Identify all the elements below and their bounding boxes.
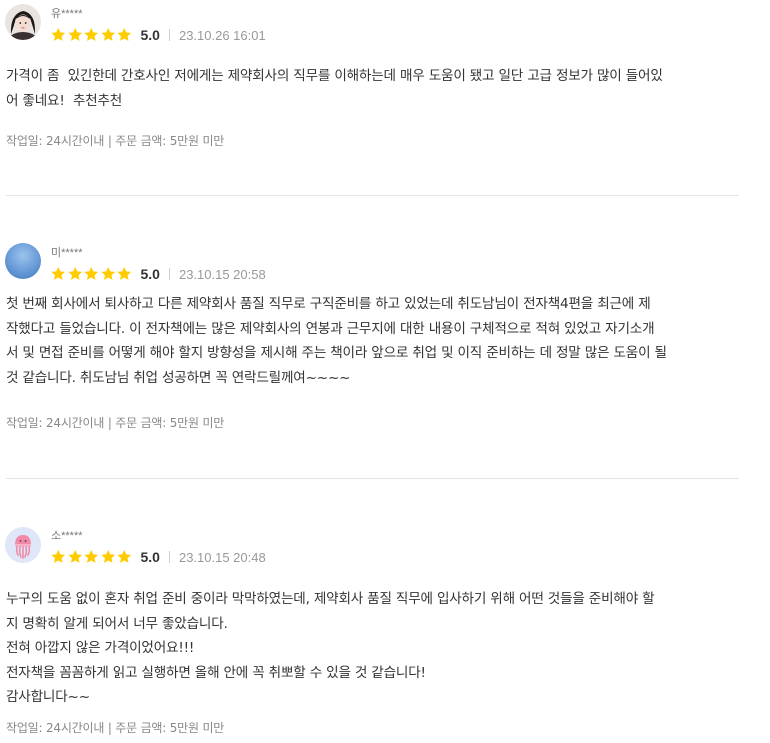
review-body: 가격이 좀 있긴한데 간호사인 저에게는 제약회사의 직무를 이해하는데 매우 … xyxy=(6,68,663,109)
review-meta: 작업일: 24시간이내 | 주문 금액: 5만원 미만 xyxy=(6,134,225,148)
star-icon xyxy=(117,550,132,563)
review-meta: 작업일: 24시간이내 | 주문 금액: 5만원 미만 xyxy=(6,416,225,430)
rating-line: 5.0 23.10.15 20:58 xyxy=(50,264,266,284)
review-date: 23.10.15 20:48 xyxy=(178,549,266,565)
star-icon xyxy=(84,28,99,41)
user-name: 유***** xyxy=(51,8,83,20)
star-icon xyxy=(100,267,115,280)
star-rating xyxy=(50,27,133,43)
star-icon xyxy=(100,550,115,563)
rating-score: 5.0 xyxy=(140,549,160,565)
star-icon xyxy=(51,267,66,280)
blue-gradient-avatar-icon xyxy=(5,243,41,279)
review-date: 23.10.15 20:58 xyxy=(178,266,266,282)
review-body: 첫 번째 회사에서 퇴사하고 다른 제약회사 품질 직무로 구직준비를 하고 있… xyxy=(6,296,667,386)
star-icon xyxy=(117,28,132,41)
star-icon xyxy=(67,550,82,563)
star-icon xyxy=(67,267,82,280)
user-name: 소***** xyxy=(51,530,83,542)
star-icon xyxy=(51,28,66,41)
rating-score: 5.0 xyxy=(140,27,160,43)
user-name: 미***** xyxy=(51,247,83,259)
star-icon xyxy=(117,267,132,280)
star-icon xyxy=(51,550,66,563)
rating-line: 5.0 23.10.26 16:01 xyxy=(50,25,266,45)
rating-score: 5.0 xyxy=(140,266,160,282)
user-photo-avatar-icon xyxy=(5,4,41,40)
divider-bar xyxy=(168,268,170,280)
star-rating xyxy=(50,266,133,282)
divider-bar xyxy=(168,29,170,41)
review-body: 누구의 도움 없이 혼자 취업 준비 중이라 막막하였는데, 제약회사 품질 직… xyxy=(6,591,655,705)
star-icon xyxy=(84,267,99,280)
rating-line: 5.0 23.10.15 20:48 xyxy=(50,547,266,567)
review-divider xyxy=(6,195,739,196)
review-meta: 작업일: 24시간이내 | 주문 금액: 5만원 미만 xyxy=(6,721,225,735)
user-avatar[interactable] xyxy=(5,4,41,40)
star-icon xyxy=(67,28,82,41)
divider-bar xyxy=(168,551,170,563)
review-date: 23.10.26 16:01 xyxy=(178,27,266,43)
review-divider xyxy=(6,478,739,479)
star-icon xyxy=(100,28,115,41)
jellyfish-avatar-icon xyxy=(5,527,41,563)
user-avatar[interactable] xyxy=(5,527,41,563)
user-avatar[interactable] xyxy=(5,243,41,279)
star-icon xyxy=(84,550,99,563)
star-rating xyxy=(50,549,133,565)
